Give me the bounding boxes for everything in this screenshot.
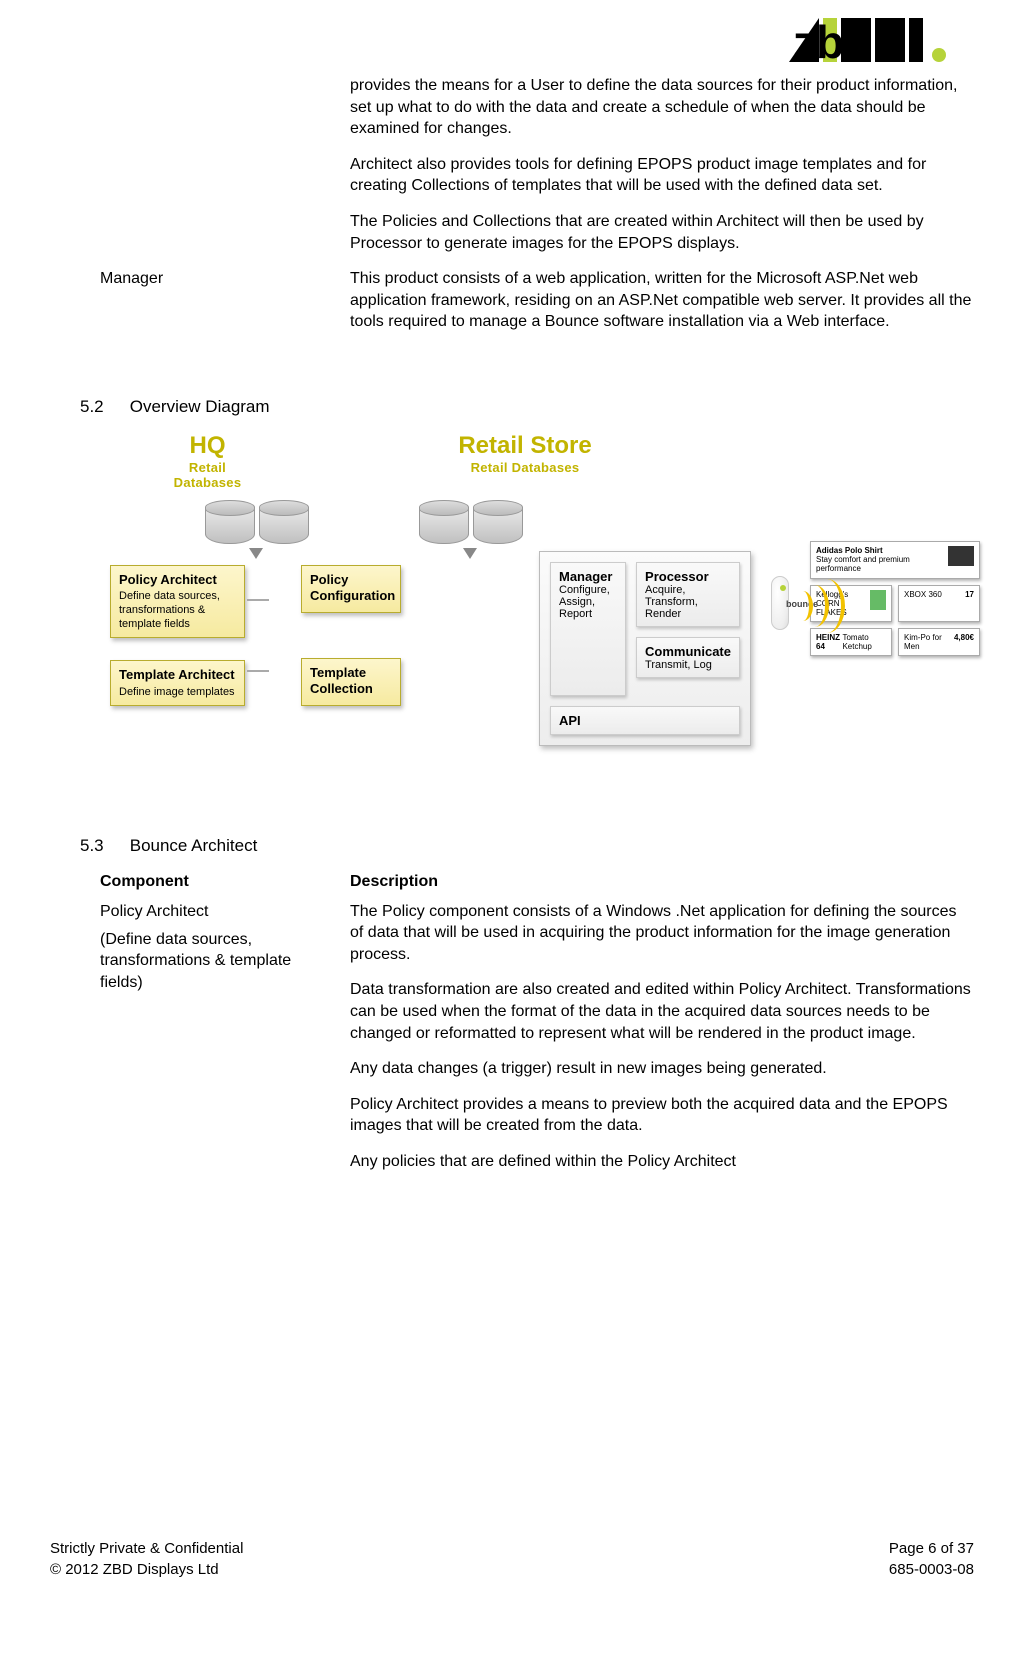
- diagram-processor-box: Processor Acquire, Transform, Render: [636, 562, 740, 627]
- diagram-policy-config-box: Policy Configuration: [301, 565, 401, 614]
- section-number: 5.2: [80, 397, 125, 417]
- row-label-manager: Manager: [100, 268, 330, 347]
- section-5-2-heading: 5.2 Overview Diagram: [80, 397, 974, 417]
- body-text: The Policy component consists of a Windo…: [350, 901, 974, 966]
- table-header-description: Description: [350, 871, 974, 893]
- page-footer: Strictly Private & Confidential © 2012 Z…: [50, 1538, 974, 1580]
- overview-diagram: HQ Retail Databases Retail Store Retail …: [110, 432, 974, 746]
- body-text: Policy Architect provides a means to pre…: [350, 1094, 974, 1137]
- section-title: Overview Diagram: [130, 397, 270, 416]
- body-text: Architect also provides tools for defini…: [350, 154, 974, 197]
- body-text: This product consists of a web applicati…: [350, 268, 974, 333]
- diagram-template-architect-box: Template Architect Define image template…: [110, 660, 245, 706]
- diagram-manager-box: Manager Configure, Assign, Report: [550, 562, 626, 696]
- database-icon: [205, 496, 307, 544]
- footer-doc-id: 685-0003-08: [889, 1559, 974, 1580]
- body-text: Any data changes (a trigger) result in n…: [350, 1058, 974, 1080]
- arrow-down-icon: [249, 548, 263, 559]
- logo-area: zbd: [50, 10, 974, 75]
- connector-icon: [247, 670, 269, 672]
- row-label: [100, 75, 330, 268]
- section-number: 5.3: [80, 836, 125, 856]
- wireless-waves-icon: [793, 576, 804, 636]
- shelf-label: Adidas Polo Shirt Stay comfort and premi…: [810, 541, 980, 579]
- bounce-device-icon: bounce: [771, 576, 789, 630]
- body-text: The Policies and Collections that are cr…: [350, 211, 974, 254]
- footer-page-number: Page 6 of 37: [889, 1538, 974, 1559]
- diagram-retail-title: Retail Store Retail Databases: [445, 432, 605, 490]
- component-name: Policy Architect: [100, 903, 330, 921]
- diagram-communicate-box: Communicate Transmit, Log: [636, 637, 740, 678]
- footer-confidential: Strictly Private & Confidential: [50, 1538, 243, 1559]
- diagram-hq-title: HQ Retail Databases: [155, 432, 260, 490]
- section-title: Bounce Architect: [130, 836, 258, 855]
- zbd-logo-icon: zbd: [789, 10, 964, 75]
- arrow-down-icon: [463, 548, 477, 559]
- component-sub: (Define data sources, transformations & …: [100, 929, 330, 994]
- diagram-policy-architect-box: Policy Architect Define data sources, tr…: [110, 565, 245, 639]
- body-text: Any policies that are defined within the…: [350, 1151, 974, 1173]
- shelf-label: Kim-Po for Men 4,80€: [898, 628, 980, 656]
- body-text: Data transformation are also created and…: [350, 979, 974, 1044]
- database-icon: [419, 496, 521, 544]
- diagram-api-box: API: [550, 706, 740, 735]
- diagram-retail-server-box: Manager Configure, Assign, Report Proces…: [539, 551, 751, 746]
- body-text: provides the means for a User to define …: [350, 75, 974, 140]
- svg-text:zbd: zbd: [793, 16, 872, 68]
- section-5-3-heading: 5.3 Bounce Architect: [80, 836, 974, 856]
- table-header-component: Component: [100, 871, 330, 901]
- shelf-label: XBOX 360 17: [898, 585, 980, 623]
- diagram-template-collection-box: Template Collection: [301, 658, 401, 707]
- connector-icon: [247, 599, 269, 601]
- footer-copyright: © 2012 ZBD Displays Ltd: [50, 1559, 243, 1580]
